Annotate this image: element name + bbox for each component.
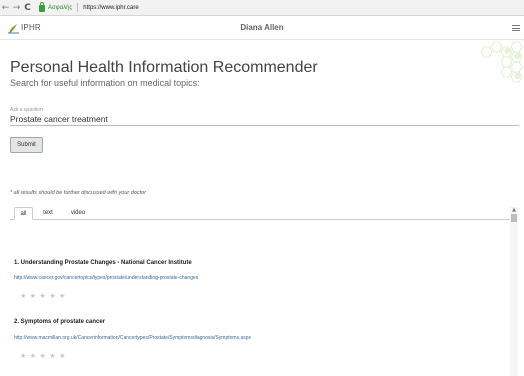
page-subtitle: Search for useful information on medical… [10, 78, 200, 88]
secure-label: Ασφαλής [48, 4, 73, 11]
submit-button[interactable]: Submit [10, 137, 43, 153]
question-input[interactable] [10, 113, 519, 126]
result-title-2[interactable]: 2. Symptoms of prostate cancer [14, 319, 105, 325]
result-title-1[interactable]: 1. Understanding Prostate Changes - Nati… [14, 260, 192, 266]
address-bar[interactable]: Ασφαλής https://www.iphr.care [39, 1, 139, 15]
result-tabs: all text video [10, 207, 518, 220]
page-title: Personal Health Information Recommender [10, 59, 318, 76]
tab-video[interactable]: video [66, 207, 90, 220]
hexagon-pattern-decoration [480, 41, 523, 83]
results-list: 1. Understanding Prostate Changes - Nati… [0, 221, 510, 376]
browser-toolbar: ← → C Ασφαλής https://www.iphr.care [0, 0, 524, 16]
scroll-thumb[interactable] [511, 214, 517, 222]
rating-stars-1[interactable]: ★★★★★ [20, 292, 69, 300]
tab-all[interactable]: all [14, 207, 33, 220]
refresh-icon[interactable]: C [22, 0, 33, 16]
results-scrollbar[interactable]: ▲ [510, 207, 518, 376]
url-divider [77, 3, 79, 12]
hamburger-menu-icon[interactable] [512, 25, 520, 31]
user-name[interactable]: Diana Allen [0, 23, 524, 32]
scroll-up-arrow-icon[interactable]: ▲ [510, 207, 518, 213]
app-header: IPHR Diana Allen [0, 17, 524, 40]
lock-icon [39, 2, 45, 12]
result-url-2[interactable]: http://www.macmillan.org.uk/Cancerinform… [14, 335, 251, 341]
tab-text[interactable]: text [38, 207, 58, 220]
url-text[interactable]: https://www.iphr.care [83, 5, 138, 11]
disclaimer-text: * all results should be further discusse… [10, 190, 147, 196]
back-arrow-icon[interactable]: ← [0, 0, 11, 16]
result-url-1[interactable]: http://www.cancer.gov/cancertopics/types… [14, 275, 198, 281]
rating-stars-2[interactable]: ★★★★★ [20, 352, 69, 360]
forward-arrow-icon[interactable]: → [11, 0, 22, 16]
